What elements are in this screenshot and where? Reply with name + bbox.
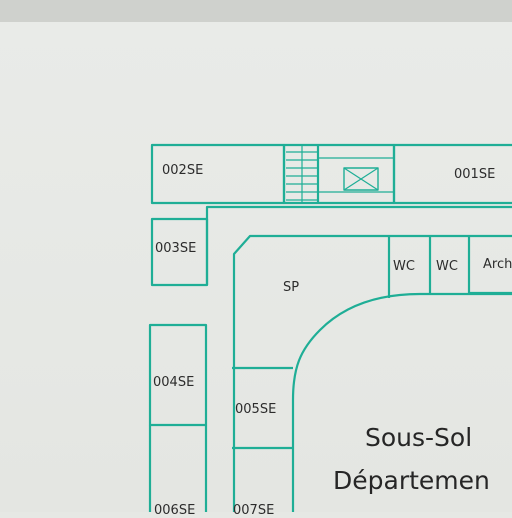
room-label-006se: 006SE <box>154 503 196 518</box>
room-label-007se: 007SE <box>233 503 275 518</box>
room-label-002se: 002SE <box>162 163 204 178</box>
plan-title-line-1: Sous-Sol <box>365 423 473 452</box>
room-label-004se: 004SE <box>153 375 195 390</box>
room-label-wc-2: WC <box>436 259 458 274</box>
room-label-arch: Arch <box>483 257 512 272</box>
room-label-003se: 003SE <box>155 241 197 256</box>
room-label-sp: SP <box>283 280 300 295</box>
room-label-wc-1: WC <box>393 259 415 274</box>
room-label-005se: 005SE <box>235 402 277 417</box>
room-label-001se: 001SE <box>454 167 496 182</box>
plan-title-line-2: Départemen <box>333 466 490 495</box>
